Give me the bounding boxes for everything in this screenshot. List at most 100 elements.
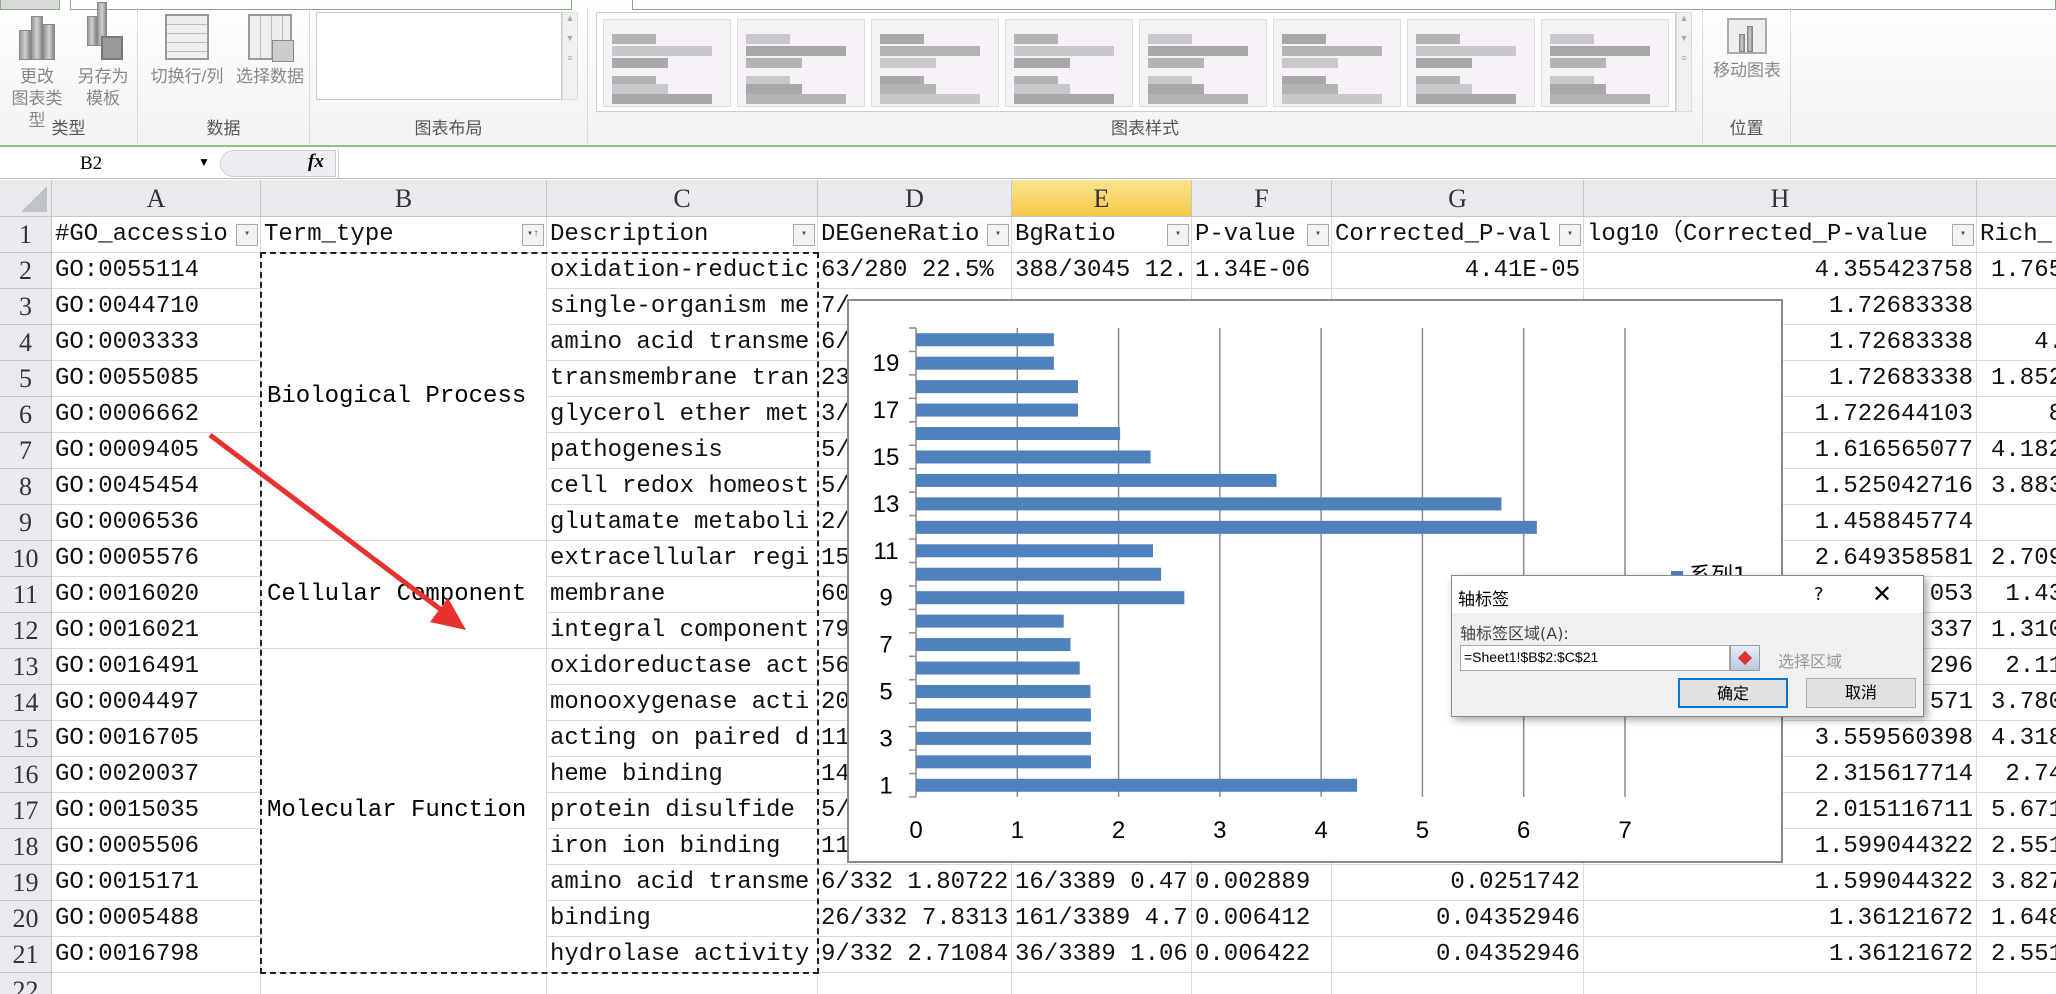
column-header[interactable]: B: [261, 180, 547, 217]
rich-factor-cell[interactable]: 1.852: [1977, 361, 2056, 397]
go-accession-cell[interactable]: GO:0055085: [52, 361, 261, 397]
header-cell[interactable]: #GO_accessio ▾: [52, 217, 261, 253]
axis-label-range-input[interactable]: =Sheet1!$B$2:$C$21: [1460, 645, 1730, 671]
corrected-p-value-cell[interactable]: 0.04352946: [1332, 901, 1584, 937]
description-cell[interactable]: integral component: [547, 613, 818, 649]
bg-ratio-cell[interactable]: 161/3389 4.7: [1012, 901, 1192, 937]
chart-style-option[interactable]: [603, 19, 731, 107]
rich-factor-cell[interactable]: [1977, 289, 2056, 325]
chevron-down-icon[interactable]: ▼: [198, 155, 210, 169]
rich-factor-cell[interactable]: [1977, 505, 2056, 541]
row-header[interactable]: 14: [0, 685, 52, 721]
term-type-merged-cell[interactable]: Molecular Function: [261, 649, 547, 973]
help-icon[interactable]: ?: [1814, 584, 1824, 605]
rich-factor-cell[interactable]: 2.709: [1977, 541, 2056, 577]
empty-cell[interactable]: [1012, 973, 1192, 994]
empty-cell[interactable]: [818, 973, 1012, 994]
row-header[interactable]: 8: [0, 469, 52, 505]
empty-cell[interactable]: [1977, 973, 2056, 994]
empty-cell[interactable]: [1192, 973, 1332, 994]
go-accession-cell[interactable]: GO:0045454: [52, 469, 261, 505]
row-header[interactable]: 1: [0, 217, 52, 253]
go-accession-cell[interactable]: GO:0006536: [52, 505, 261, 541]
header-cell[interactable]: log10（Corrected_P-value ▾: [1584, 217, 1977, 253]
row-header[interactable]: 16: [0, 757, 52, 793]
row-header[interactable]: 22: [0, 973, 52, 994]
log10-cell[interactable]: 1.36121672: [1584, 901, 1977, 937]
go-accession-cell[interactable]: GO:0005488: [52, 901, 261, 937]
p-value-cell[interactable]: 1.34E-06: [1192, 253, 1332, 289]
chart-styles-gallery[interactable]: [596, 12, 1676, 112]
row-header[interactable]: 15: [0, 721, 52, 757]
term-type-merged-cell[interactable]: Biological Process: [261, 253, 547, 541]
column-header[interactable]: A: [52, 180, 261, 217]
column-header[interactable]: [1977, 180, 2056, 217]
header-cell[interactable]: Rich_: [1977, 217, 2056, 253]
go-accession-cell[interactable]: GO:0004497: [52, 685, 261, 721]
row-header[interactable]: 18: [0, 829, 52, 865]
description-cell[interactable]: amino acid transme: [547, 865, 818, 901]
description-cell[interactable]: protein disulfide: [547, 793, 818, 829]
description-cell[interactable]: binding: [547, 901, 818, 937]
rich-factor-cell[interactable]: 8: [1977, 397, 2056, 433]
rich-factor-cell[interactable]: 1.310: [1977, 613, 2056, 649]
filter-dropdown-button[interactable]: ▾: [1307, 224, 1329, 246]
p-value-cell[interactable]: 0.002889: [1192, 865, 1332, 901]
de-gene-ratio-cell[interactable]: 9/332 2.71084: [818, 937, 1012, 973]
de-gene-ratio-cell[interactable]: 63/280 22.5%: [818, 253, 1012, 289]
description-cell[interactable]: transmembrane tran: [547, 361, 818, 397]
row-header[interactable]: 20: [0, 901, 52, 937]
description-cell[interactable]: monooxygenase acti: [547, 685, 818, 721]
go-accession-cell[interactable]: GO:0044710: [52, 289, 261, 325]
gallery-scroll-buttons[interactable]: ▲ ▼ ≡: [1676, 12, 1692, 112]
go-accession-cell[interactable]: GO:0016798: [52, 937, 261, 973]
select-data-button[interactable]: 选择数据: [232, 14, 308, 88]
column-header[interactable]: G: [1332, 180, 1584, 217]
description-cell[interactable]: acting on paired d: [547, 721, 818, 757]
gallery-scroll-buttons[interactable]: ▲ ▼ ≡: [562, 12, 578, 100]
ok-button[interactable]: 确定: [1678, 678, 1788, 708]
chart-style-option[interactable]: [1407, 19, 1535, 107]
rich-factor-cell[interactable]: 2.551: [1977, 937, 2056, 973]
empty-cell[interactable]: [52, 973, 261, 994]
go-accession-cell[interactable]: GO:0015035: [52, 793, 261, 829]
go-accession-cell[interactable]: GO:0015171: [52, 865, 261, 901]
column-header[interactable]: E: [1012, 180, 1192, 217]
log10-cell[interactable]: 4.355423758: [1584, 253, 1977, 289]
de-gene-ratio-cell[interactable]: 6/332 1.80722: [818, 865, 1012, 901]
description-cell[interactable]: hydrolase activity: [547, 937, 818, 973]
filter-dropdown-button[interactable]: ▾: [236, 224, 258, 246]
description-cell[interactable]: oxidoreductase act: [547, 649, 818, 685]
go-accession-cell[interactable]: GO:0009405: [52, 433, 261, 469]
sort-filter-button[interactable]: ▾↑: [522, 224, 544, 246]
chart-style-option[interactable]: [1541, 19, 1669, 107]
cancel-button[interactable]: 取消: [1806, 678, 1916, 708]
column-header[interactable]: H: [1584, 180, 1977, 217]
description-cell[interactable]: glutamate metaboli: [547, 505, 818, 541]
select-all-button[interactable]: [0, 180, 52, 217]
row-header[interactable]: 10: [0, 541, 52, 577]
corrected-p-value-cell[interactable]: 0.04352946: [1332, 937, 1584, 973]
bg-ratio-cell[interactable]: 388/3045 12.: [1012, 253, 1192, 289]
filter-dropdown-button[interactable]: ▾: [1952, 224, 1974, 246]
description-cell[interactable]: amino acid transme: [547, 325, 818, 361]
rich-factor-cell[interactable]: 4.318: [1977, 721, 2056, 757]
log10-cell[interactable]: 1.599044322: [1584, 865, 1977, 901]
description-cell[interactable]: glycerol ether met: [547, 397, 818, 433]
rich-factor-cell[interactable]: 3.780: [1977, 685, 2056, 721]
p-value-cell[interactable]: 0.006422: [1192, 937, 1332, 973]
row-header[interactable]: 2: [0, 253, 52, 289]
row-header[interactable]: 13: [0, 649, 52, 685]
go-accession-cell[interactable]: GO:0006662: [52, 397, 261, 433]
filter-dropdown-button[interactable]: ▾: [1559, 224, 1581, 246]
switch-row-column-button[interactable]: 切换行/列: [144, 14, 230, 88]
de-gene-ratio-cell[interactable]: 26/332 7.8313: [818, 901, 1012, 937]
row-header[interactable]: 12: [0, 613, 52, 649]
row-header[interactable]: 21: [0, 937, 52, 973]
move-chart-button[interactable]: 移动图表: [1707, 14, 1787, 82]
p-value-cell[interactable]: 0.006412: [1192, 901, 1332, 937]
rich-factor-cell[interactable]: 5.671: [1977, 793, 2056, 829]
rich-factor-cell[interactable]: 3.827: [1977, 865, 2056, 901]
axis-labels-dialog[interactable]: 轴标签 ? ✕ 轴标签区域(A): =Sheet1!$B$2:$C$21 选择区…: [1451, 575, 1924, 717]
corrected-p-value-cell[interactable]: 0.0251742: [1332, 865, 1584, 901]
